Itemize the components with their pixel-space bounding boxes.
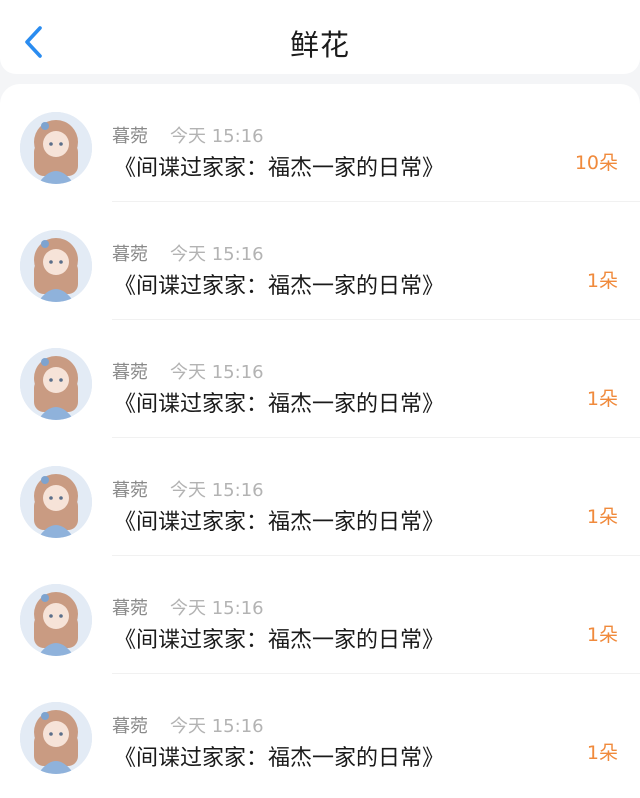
flower-count: 1朵 bbox=[586, 388, 618, 410]
avatar[interactable] bbox=[20, 584, 92, 656]
avatar[interactable] bbox=[20, 112, 92, 184]
flower-record-list: 暮菀 今天 15:16 《间谍过家家：福杰一家的日常》 10朵 暮菀 今天 15… bbox=[0, 84, 640, 798]
timestamp: 今天 15:16 bbox=[170, 244, 264, 265]
username: 暮菀 bbox=[112, 362, 148, 383]
list-item[interactable]: 暮菀 今天 15:16 《间谍过家家：福杰一家的日常》 1朵 bbox=[0, 674, 640, 792]
username: 暮菀 bbox=[112, 480, 148, 501]
book-title[interactable]: 《间谍过家家：福杰一家的日常》 bbox=[114, 268, 444, 300]
list-item[interactable]: 暮菀 今天 15:16 《间谍过家家：福杰一家的日常》 1朵 bbox=[0, 202, 640, 320]
list-item[interactable]: 暮菀 今天 15:16 《间谍过家家：福杰一家的日常》 1朵 bbox=[0, 438, 640, 556]
book-title[interactable]: 《间谍过家家：福杰一家的日常》 bbox=[114, 386, 444, 418]
username: 暮菀 bbox=[112, 598, 148, 619]
avatar[interactable] bbox=[20, 230, 92, 302]
flower-count: 1朵 bbox=[586, 506, 618, 528]
flower-count: 10朵 bbox=[574, 152, 618, 174]
list-item[interactable]: 暮菀 今天 15:16 《间谍过家家：福杰一家的日常》 10朵 bbox=[0, 84, 640, 202]
username: 暮菀 bbox=[112, 244, 148, 265]
avatar[interactable] bbox=[20, 466, 92, 538]
flower-count: 1朵 bbox=[586, 742, 618, 764]
flower-count: 1朵 bbox=[586, 624, 618, 646]
book-title[interactable]: 《间谍过家家：福杰一家的日常》 bbox=[114, 622, 444, 654]
flower-count: 1朵 bbox=[586, 270, 618, 292]
username: 暮菀 bbox=[112, 716, 148, 737]
page-title: 鲜花 bbox=[289, 28, 350, 62]
timestamp: 今天 15:16 bbox=[170, 126, 264, 147]
top-nav-bar: 鲜花 bbox=[0, 0, 640, 74]
list-item[interactable]: 暮菀 今天 15:16 《间谍过家家：福杰一家的日常》 1朵 bbox=[0, 320, 640, 438]
timestamp: 今天 15:16 bbox=[170, 362, 264, 383]
timestamp: 今天 15:16 bbox=[170, 716, 264, 737]
book-title[interactable]: 《间谍过家家：福杰一家的日常》 bbox=[114, 504, 444, 536]
avatar[interactable] bbox=[20, 348, 92, 420]
book-title[interactable]: 《间谍过家家：福杰一家的日常》 bbox=[114, 740, 444, 772]
timestamp: 今天 15:16 bbox=[170, 480, 264, 501]
list-item[interactable]: 暮菀 今天 15:16 《间谍过家家：福杰一家的日常》 1朵 bbox=[0, 556, 640, 674]
username: 暮菀 bbox=[112, 126, 148, 147]
timestamp: 今天 15:16 bbox=[170, 598, 264, 619]
book-title[interactable]: 《间谍过家家：福杰一家的日常》 bbox=[114, 150, 444, 182]
avatar[interactable] bbox=[20, 702, 92, 774]
